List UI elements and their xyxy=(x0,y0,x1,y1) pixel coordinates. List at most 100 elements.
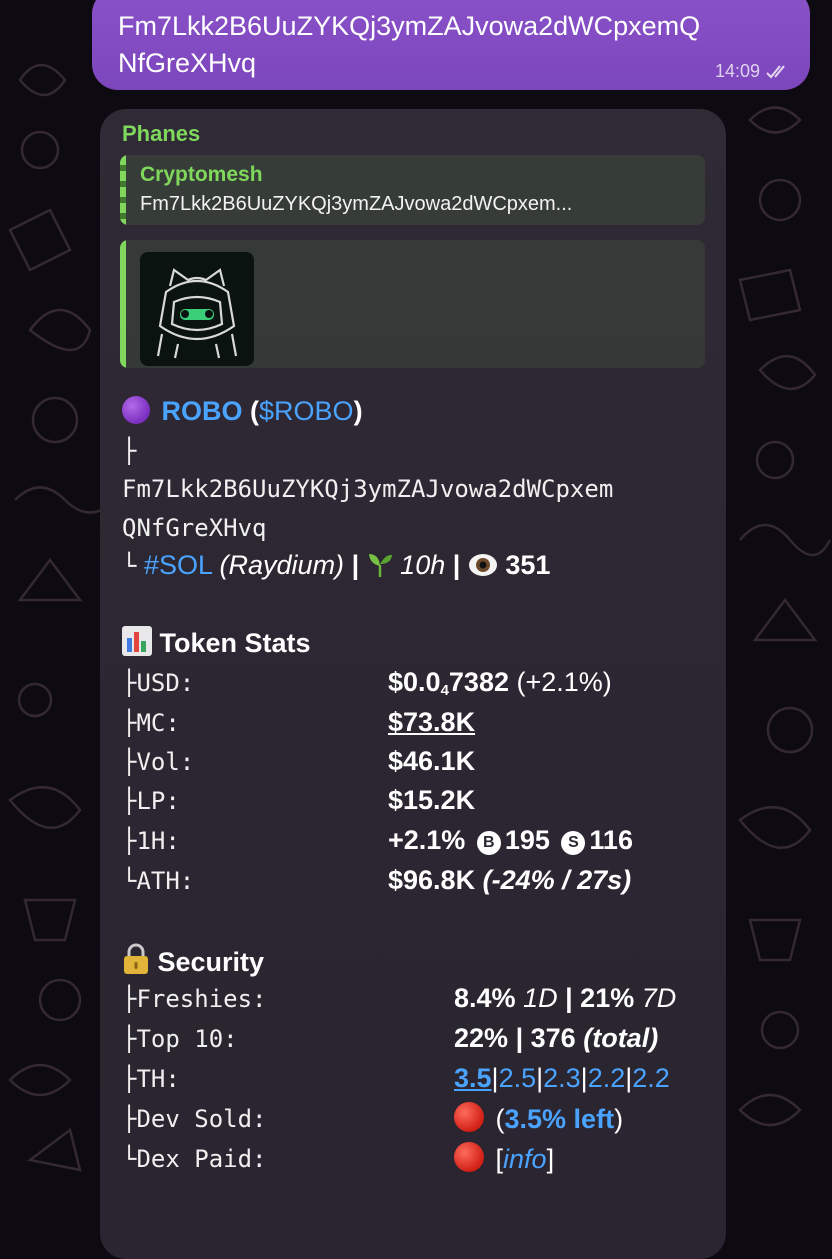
tree-end: └ xyxy=(122,552,137,580)
buys-count: 195 xyxy=(504,825,550,855)
security-header: Security xyxy=(122,943,264,978)
hour-change-value: +2.1% xyxy=(388,825,466,855)
separator: | xyxy=(565,983,573,1013)
double-check-icon xyxy=(766,64,785,78)
tree-branch: ├ xyxy=(122,748,137,776)
freshies-1d: 8.4% xyxy=(454,983,516,1013)
tree-branch: ├ xyxy=(122,1025,137,1053)
token-logo-image[interactable] xyxy=(140,252,254,366)
holder-total: 376 xyxy=(530,1023,576,1053)
token-address-line1[interactable]: Fm7Lkk2B6UuZYKQj3ymZAJvowa2dWCpxem xyxy=(122,473,613,505)
holder-link[interactable]: 2.2 xyxy=(632,1063,670,1093)
market-cap-link[interactable]: $73.8K xyxy=(388,706,475,738)
tree-branch: ├ xyxy=(122,709,137,737)
security-row-th: ├TH: 3.5|2.5|2.3|2.2|2.2 xyxy=(122,1062,670,1095)
media-preview[interactable] xyxy=(120,240,705,368)
sells-count: 116 xyxy=(589,825,633,855)
token-address-line2[interactable]: QNfGreXHvq xyxy=(122,512,267,544)
usd-price: $0.047382 (+2.1%) xyxy=(388,666,612,707)
stat-row-usd: ├USD: $0.047382 (+2.1%) xyxy=(122,666,612,699)
view-count: 351 xyxy=(505,550,551,580)
paren-close: ) xyxy=(614,1104,624,1134)
security-row-dex-paid: └Dex Paid: [info] xyxy=(122,1142,554,1175)
security-row-top10: ├Top 10: 22% | 376 (total) xyxy=(122,1022,658,1055)
stat-label: ATH: xyxy=(136,867,195,895)
incoming-message-bubble[interactable]: Phanes Cryptomesh Fm7Lkk2B6UuZYKQj3ymZAJ… xyxy=(100,109,726,1259)
security-row-dev-sold: ├Dev Sold: (3.5% left) xyxy=(122,1102,623,1135)
sells-icon: S xyxy=(561,831,586,855)
eye-icon xyxy=(468,554,497,576)
token-name-link[interactable]: ROBO xyxy=(162,396,243,426)
tree-branch: ├ xyxy=(122,1065,137,1093)
paren-open: ( xyxy=(250,396,260,426)
stat-label: USD: xyxy=(136,669,195,697)
top-holders-values: 3.5|2.5|2.3|2.2|2.2 xyxy=(454,1062,670,1094)
token-symbol-link[interactable]: $ROBO xyxy=(259,396,354,426)
stat-row-ath: └ATH: $96.8K (-24% / 27s) xyxy=(122,864,631,897)
reply-author: Cryptomesh xyxy=(140,163,263,186)
tree-end: └ xyxy=(122,1145,137,1173)
price-prefix: $0.0 xyxy=(388,667,441,697)
message-meta: 14:09 xyxy=(715,61,792,82)
bar-chart-icon xyxy=(122,626,152,656)
stat-label: 1H: xyxy=(136,827,180,855)
tree-branch: ├ xyxy=(122,669,137,697)
purple-circle-icon xyxy=(122,396,150,424)
ath-price: $96.8K xyxy=(388,865,476,895)
message-time: 14:09 xyxy=(714,61,760,81)
security-label: Dev Sold: xyxy=(136,1105,267,1133)
holder-link[interactable]: 2.3 xyxy=(543,1063,581,1093)
stat-row-lp: ├LP: $15.2K xyxy=(122,784,475,817)
stat-label: Vol: xyxy=(136,748,195,776)
price-digits: 7382 xyxy=(448,667,509,697)
dex-info-link[interactable]: info xyxy=(503,1144,547,1174)
tree-branch: ├ xyxy=(122,985,137,1013)
token-meta-line: └ #SOL (Raydium) | 10h | 351 xyxy=(122,549,550,582)
token-title-line: ROBO ($ROBO) xyxy=(122,395,363,427)
bracket-close: ] xyxy=(546,1144,555,1174)
token-stats-header: Token Stats xyxy=(122,626,311,659)
chain-hashtag[interactable]: #SOL xyxy=(144,550,212,580)
reply-accent-bar xyxy=(120,155,126,225)
holder-link[interactable]: 3.5 xyxy=(454,1063,492,1093)
reply-text: Fm7Lkk2B6UuZYKQj3ymZAJvowa2dWCpxem... xyxy=(140,193,573,215)
lock-icon xyxy=(124,943,148,974)
seedling-icon xyxy=(368,554,392,577)
tree-branch: ├ xyxy=(122,827,137,855)
paren-close: ) xyxy=(353,396,363,426)
separator: | xyxy=(491,1063,499,1093)
bracket-open: [ xyxy=(495,1144,504,1174)
separator: | xyxy=(580,1063,588,1093)
security-title: Security xyxy=(157,947,265,977)
dex-paid-value: [info] xyxy=(454,1142,554,1175)
total-label: (total) xyxy=(583,1023,659,1053)
buys-icon: B xyxy=(476,831,501,855)
freshies-7d: 21% xyxy=(580,983,635,1013)
dev-left-link[interactable]: 3.5% left xyxy=(505,1104,615,1134)
price-zero-count: 4 xyxy=(440,682,449,699)
preview-accent-bar xyxy=(120,240,126,368)
top10-percent: 22% xyxy=(454,1023,509,1053)
token-stats-title: Token Stats xyxy=(159,628,311,658)
separator: | xyxy=(515,1023,524,1053)
reply-quote[interactable]: Cryptomesh Fm7Lkk2B6UuZYKQj3ymZAJvowa2dW… xyxy=(120,155,705,225)
paren-open: ( xyxy=(495,1104,505,1134)
holder-link[interactable]: 2.2 xyxy=(588,1063,626,1093)
stat-row-1h: ├1H: +2.1% B 195 S 116 xyxy=(122,824,633,857)
security-label: Top 10: xyxy=(136,1025,238,1053)
ath-value: $96.8K (-24% / 27s) xyxy=(388,864,631,896)
separator: | xyxy=(452,550,461,580)
period-1d: 1D xyxy=(523,983,558,1013)
red-circle-icon xyxy=(454,1102,484,1132)
stat-row-vol: ├Vol: $46.1K xyxy=(122,745,475,778)
price-change: (+2.1%) xyxy=(508,667,612,697)
freshies-value: 8.4% 1D | 21% 7D xyxy=(454,982,676,1014)
robot-head-icon xyxy=(156,268,238,359)
tree-end: └ xyxy=(122,867,137,895)
red-circle-icon xyxy=(454,1142,484,1172)
outgoing-message-bubble[interactable]: Fm7Lkk2B6UuZYKQj3ymZAJvowa2dWCpxemQNfGre… xyxy=(92,0,810,90)
holder-link[interactable]: 2.5 xyxy=(499,1063,537,1093)
ath-drawdown: (-24% / 27s) xyxy=(482,865,632,895)
dex-name: (Raydium) xyxy=(219,550,345,580)
sender-name[interactable]: Phanes xyxy=(122,121,200,147)
